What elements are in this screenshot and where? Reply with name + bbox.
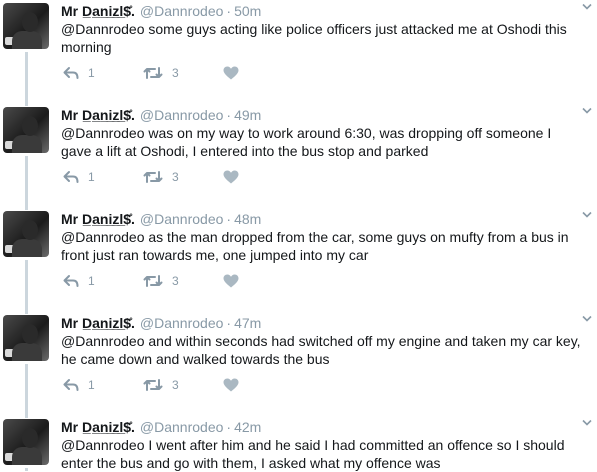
reply-button[interactable]: 1 xyxy=(63,168,95,186)
avatar[interactable] xyxy=(3,107,49,153)
retweet-button[interactable]: 3 xyxy=(143,376,179,394)
tweet[interactable]: Mr D̲a̲n̲i̲z̲l̲$̊. @Dannrodeo · 42m @Dannro… xyxy=(0,416,597,471)
reply-icon xyxy=(63,66,79,80)
timestamp[interactable]: 49m xyxy=(234,107,261,123)
reply-count: 1 xyxy=(88,378,95,392)
tweet-text: @Dannrodeo I went after him and he said … xyxy=(61,437,565,471)
display-name[interactable]: Mr D̲a̲n̲i̲z̲l̲$̊. xyxy=(61,315,135,331)
tweet-text: @Dannrodeo and within seconds had switch… xyxy=(61,333,581,367)
chevron-down-icon[interactable] xyxy=(582,210,592,220)
heart-icon xyxy=(223,170,239,184)
tweet-actions: 1 3 xyxy=(61,64,261,82)
retweet-icon xyxy=(143,170,163,184)
heart-icon xyxy=(223,274,239,288)
tweet-header: Mr D̲a̲n̲i̲z̲l̲$̊. @Dannrodeo · 47m xyxy=(61,314,261,332)
tweet-actions: 1 3 xyxy=(61,272,261,290)
tweet-text: @Dannrodeo some guys acting like police … xyxy=(61,21,567,55)
reply-button[interactable]: 1 xyxy=(63,272,95,290)
retweet-icon xyxy=(143,66,163,80)
like-button[interactable] xyxy=(223,376,239,394)
user-handle[interactable]: @Dannrodeo xyxy=(140,211,224,227)
retweet-count: 3 xyxy=(172,66,179,80)
tweet-header: Mr D̲a̲n̲i̲z̲l̲$̊. @Dannrodeo · 49m xyxy=(61,106,261,124)
separator: · xyxy=(226,3,232,19)
display-name[interactable]: Mr D̲a̲n̲i̲z̲l̲$̊. xyxy=(61,211,135,227)
chevron-down-icon[interactable] xyxy=(582,2,592,12)
retweet-button[interactable]: 3 xyxy=(143,168,179,186)
avatar[interactable] xyxy=(3,211,49,257)
user-handle[interactable]: @Dannrodeo xyxy=(140,315,224,331)
avatar[interactable] xyxy=(3,315,49,361)
like-button[interactable] xyxy=(223,168,239,186)
separator: · xyxy=(226,211,232,227)
chevron-down-icon[interactable] xyxy=(582,106,592,116)
reply-count: 1 xyxy=(88,170,95,184)
user-handle[interactable]: @Dannrodeo xyxy=(140,107,224,123)
tweet-header: Mr D̲a̲n̲i̲z̲l̲$̊. @Dannrodeo · 50m xyxy=(61,2,261,20)
like-button[interactable] xyxy=(223,64,239,82)
tweet-text: @Dannrodeo was on my way to work around … xyxy=(61,125,552,159)
tweet[interactable]: Mr D̲a̲n̲i̲z̲l̲$̊. @Dannrodeo · 48m @Dannro… xyxy=(0,208,597,314)
timestamp[interactable]: 50m xyxy=(234,3,261,19)
heart-icon xyxy=(223,66,239,80)
thread-line xyxy=(25,260,28,314)
tweet[interactable]: Mr D̲a̲n̲i̲z̲l̲$̊. @Dannrodeo · 49m @Dannro… xyxy=(0,104,597,210)
tweet-header: Mr D̲a̲n̲i̲z̲l̲$̊. @Dannrodeo · 42m xyxy=(61,418,261,436)
thread-line xyxy=(25,364,28,418)
timestamp[interactable]: 48m xyxy=(234,211,261,227)
heart-icon xyxy=(223,378,239,392)
tweet-text: @Dannrodeo as the man dropped from the c… xyxy=(61,229,569,263)
reply-count: 1 xyxy=(88,274,95,288)
reply-button[interactable]: 1 xyxy=(63,64,95,82)
avatar[interactable] xyxy=(3,419,49,465)
reply-icon xyxy=(63,378,79,392)
tweet-actions: 1 3 xyxy=(61,376,261,394)
tweet[interactable]: Mr D̲a̲n̲i̲z̲l̲$̊. @Dannrodeo · 47m @Dannro… xyxy=(0,312,597,418)
retweet-count: 3 xyxy=(172,274,179,288)
thread-line xyxy=(25,156,28,210)
chevron-down-icon[interactable] xyxy=(582,314,592,324)
display-name[interactable]: Mr D̲a̲n̲i̲z̲l̲$̊. xyxy=(61,419,135,435)
retweet-icon xyxy=(143,274,163,288)
reply-count: 1 xyxy=(88,66,95,80)
thread-line xyxy=(25,52,28,106)
reply-icon xyxy=(63,274,79,288)
tweet-actions: 1 3 xyxy=(61,168,261,186)
retweet-button[interactable]: 3 xyxy=(143,64,179,82)
separator: · xyxy=(226,419,232,435)
user-handle[interactable]: @Dannrodeo xyxy=(140,419,224,435)
tweet-thread: Mr D̲a̲n̲i̲z̲l̲$̊. @Dannrodeo · 50m @Dannro… xyxy=(0,0,597,471)
tweet[interactable]: Mr D̲a̲n̲i̲z̲l̲$̊. @Dannrodeo · 50m @Dannro… xyxy=(0,0,597,106)
timestamp[interactable]: 47m xyxy=(234,315,261,331)
separator: · xyxy=(226,315,232,331)
tweet-header: Mr D̲a̲n̲i̲z̲l̲$̊. @Dannrodeo · 48m xyxy=(61,210,261,228)
retweet-count: 3 xyxy=(172,378,179,392)
retweet-button[interactable]: 3 xyxy=(143,272,179,290)
reply-icon xyxy=(63,170,79,184)
display-name[interactable]: Mr D̲a̲n̲i̲z̲l̲$̊. xyxy=(61,3,135,19)
separator: · xyxy=(226,107,232,123)
avatar[interactable] xyxy=(3,3,49,49)
reply-button[interactable]: 1 xyxy=(63,376,95,394)
retweet-count: 3 xyxy=(172,170,179,184)
like-button[interactable] xyxy=(223,272,239,290)
timestamp[interactable]: 42m xyxy=(234,419,261,435)
display-name[interactable]: Mr D̲a̲n̲i̲z̲l̲$̊. xyxy=(61,107,135,123)
user-handle[interactable]: @Dannrodeo xyxy=(140,3,224,19)
chevron-down-icon[interactable] xyxy=(582,418,592,428)
retweet-icon xyxy=(143,378,163,392)
